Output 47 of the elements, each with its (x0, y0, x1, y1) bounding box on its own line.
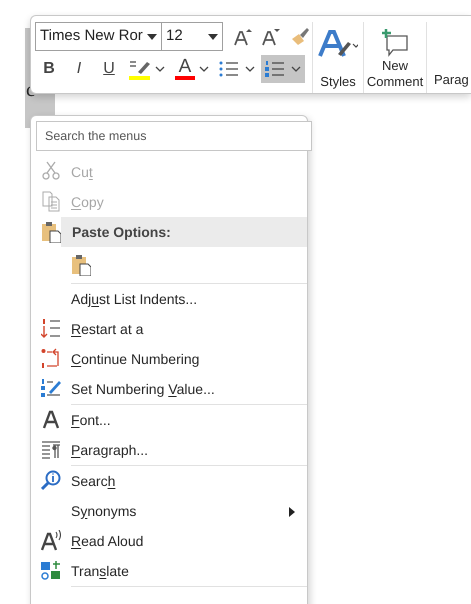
font-size-combo[interactable]: 12 (162, 22, 223, 51)
search-info-icon (41, 470, 61, 492)
menu-item[interactable]: Paragraph... (71, 440, 148, 460)
caret-icon (155, 66, 165, 72)
numbering-button[interactable] (261, 55, 305, 83)
submenu-arrow-icon (289, 507, 295, 517)
underline-button[interactable]: U (95, 55, 123, 83)
continue-numbering-icon (41, 348, 61, 370)
font-icon (41, 409, 61, 431)
bullets-icon (219, 59, 239, 79)
menu-item[interactable]: Synonyms (71, 500, 136, 522)
numbering-icon (265, 59, 285, 79)
caret-icon (199, 66, 209, 72)
clipboard-icon (41, 221, 61, 243)
read-aloud-icon (41, 530, 61, 552)
grow-font-icon (233, 26, 253, 46)
menu-item[interactable]: Search (71, 470, 116, 492)
menu-item[interactable]: Continue Numbering (71, 348, 200, 370)
numbering-value-icon (41, 378, 61, 400)
menu-item[interactable]: Read Aloud (71, 530, 144, 552)
comment-button[interactable]: New Comment (365, 22, 425, 93)
shrink-font-icon[interactable] (261, 26, 281, 46)
translate-icon (41, 560, 61, 582)
paste-options-heading: Paste Options: (61, 217, 307, 247)
search-field[interactable]: Search the menus (36, 121, 312, 151)
paragraph-icon (41, 439, 61, 461)
menu-item: Cut (71, 162, 93, 182)
menu-item[interactable]: Translate (71, 560, 129, 582)
caret-icon (245, 66, 255, 72)
italic-button[interactable]: I (65, 55, 93, 83)
restart-numbering-icon (41, 318, 61, 340)
menu-item[interactable]: Set Numbering Value... (71, 378, 215, 400)
menu-item[interactable]: Font... (71, 410, 111, 430)
styles-button[interactable]: Styles (314, 22, 362, 93)
caret-icon (208, 34, 218, 40)
menu-item[interactable]: Restart at a (71, 318, 144, 340)
caret-icon (147, 34, 157, 40)
paragraph-button[interactable]: Parag (428, 22, 471, 93)
keep-source-formatting-button[interactable] (71, 254, 91, 276)
clipboard-icon (71, 254, 91, 276)
menu-item[interactable]: Adjust List Indents... (71, 288, 198, 310)
caret-icon (291, 66, 301, 72)
copy-icon (41, 191, 61, 213)
menu-item: Copy (71, 192, 104, 212)
font-name-combo[interactable]: Times New Ror (35, 22, 162, 51)
font-color-button[interactable]: A (171, 55, 213, 83)
comment-icon (381, 28, 409, 58)
